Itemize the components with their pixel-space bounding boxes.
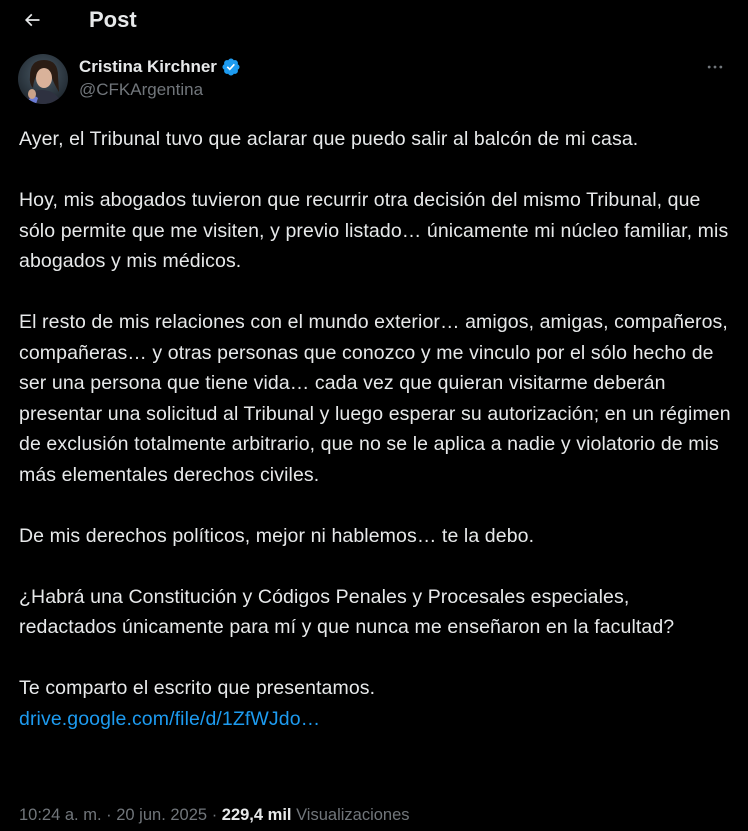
more-horizontal-icon — [707, 65, 723, 69]
post-time[interactable]: 10:24 a. m. — [19, 806, 102, 824]
page-title: Post — [89, 7, 137, 32]
attachment-link[interactable]: drive.google.com/file/d/1ZfWJdo… — [19, 708, 320, 730]
post-paragraph: ¿Habrá una Constitución y Códigos Penale… — [19, 585, 675, 639]
post-paragraph: Ayer, el Tribunal tuvo que aclarar que p… — [19, 128, 639, 150]
post-author: Cristina Kirchner @CFKArgentina — [18, 54, 730, 106]
author-handle[interactable]: @CFKArgentina — [79, 79, 241, 101]
post-closing-line: Te comparto el escrito que presentamos. — [19, 677, 376, 699]
meta-separator: · — [211, 806, 218, 824]
author-display-name[interactable]: Cristina Kirchner — [79, 56, 241, 78]
post-meta: 10:24 a. m. · 20 jun. 2025 · 229,4 mil V… — [19, 804, 410, 826]
more-options-button[interactable] — [700, 54, 730, 80]
author-display-name-text: Cristina Kirchner — [79, 57, 217, 76]
top-bar: Post — [0, 0, 748, 40]
back-button[interactable] — [14, 2, 50, 38]
verified-badge-icon — [222, 58, 240, 76]
avatar[interactable] — [18, 54, 68, 104]
post-paragraph: Hoy, mis abogados tuvieron que recurrir … — [19, 189, 729, 272]
meta-separator: · — [106, 806, 112, 824]
arrow-left-icon — [24, 13, 40, 27]
post-paragraph: El resto de mis relaciones con el mundo … — [19, 311, 731, 486]
author-name-block: Cristina Kirchner @CFKArgentina — [79, 56, 241, 101]
post-date[interactable]: 20 jun. 2025 — [116, 806, 207, 824]
views-label: Visualizaciones — [296, 806, 410, 824]
views-count: 229,4 mil — [221, 806, 292, 824]
post-paragraph: De mis derechos políticos, mejor ni habl… — [19, 524, 535, 547]
post-text: Ayer, el Tribunal tuvo que aclarar que p… — [19, 124, 731, 734]
profile-photo-icon — [18, 54, 68, 104]
